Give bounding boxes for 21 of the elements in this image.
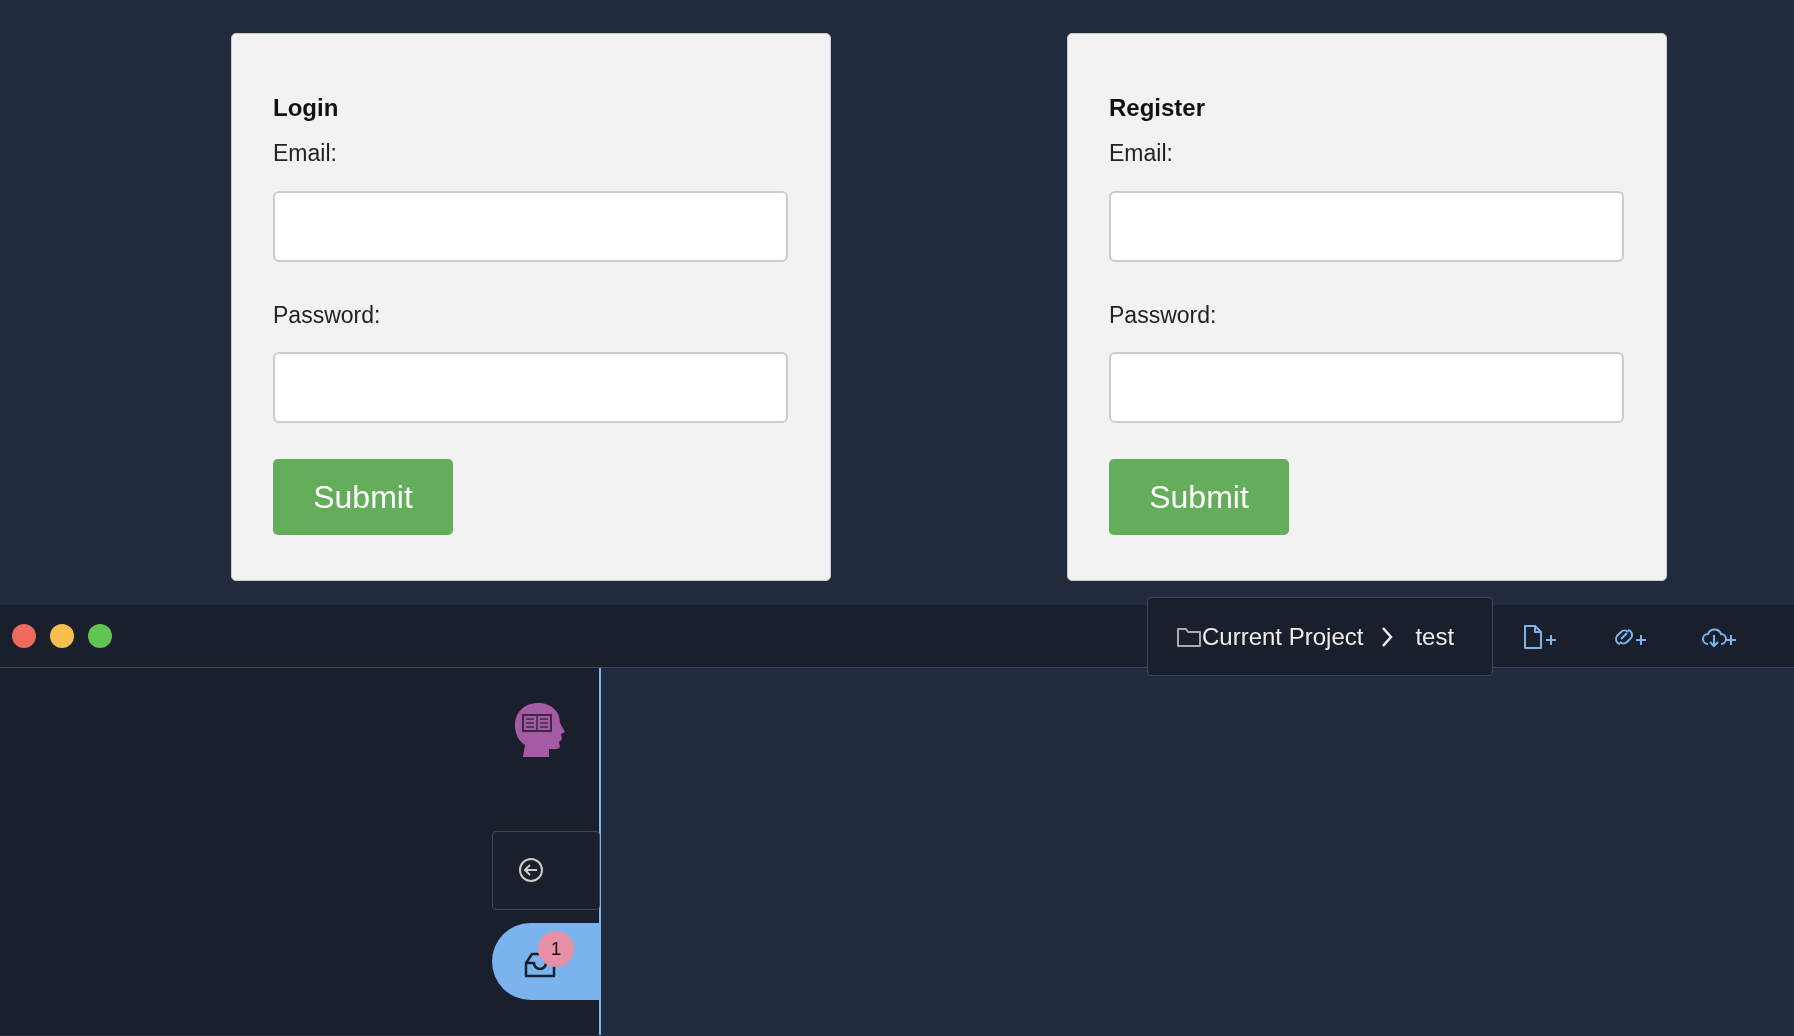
input-field[interactable] [1109,190,1624,262]
back-button[interactable] [492,831,600,910]
new-file-icon[interactable] [1522,624,1558,650]
input-field[interactable] [273,352,788,423]
form-title: Login [273,93,340,123]
head-book-logo [514,701,566,757]
inbox-button[interactable]: 1 [492,923,600,1000]
field-label: Email: [273,139,338,168]
maximize-button[interactable] [88,624,112,648]
field-label: Password: [273,300,382,330]
breadcrumb-item[interactable]: Current Project [1202,618,1364,655]
field-label: Email: [1109,139,1174,168]
input-field[interactable] [273,190,788,262]
folder-icon [1176,625,1202,648]
notification-badge: 1 [538,931,574,967]
field-label: Password: [1109,300,1218,330]
form-title: Register [1109,93,1207,123]
input-field[interactable] [1109,352,1624,423]
breadcrumb-item[interactable]: test [1415,618,1455,655]
minimize-button[interactable] [50,624,74,648]
close-button[interactable] [12,624,36,648]
